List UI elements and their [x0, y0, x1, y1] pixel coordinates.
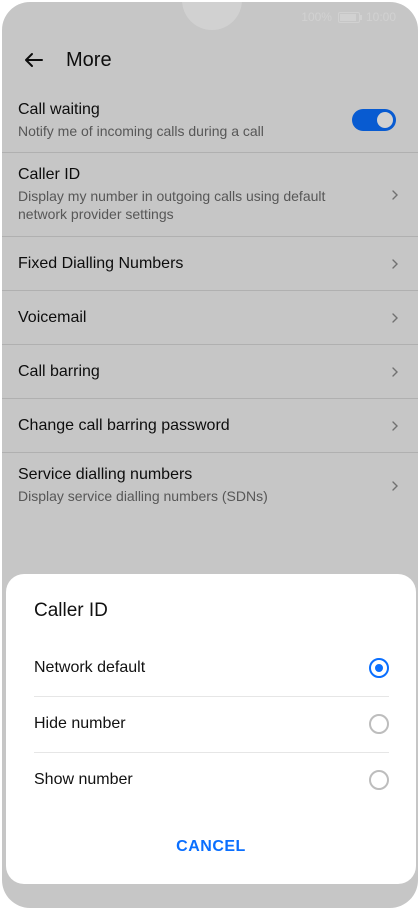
option-show-number[interactable]: Show number	[34, 752, 389, 808]
phone-screen: 100% 10:00 More Call waiting Notify me o…	[0, 0, 420, 910]
option-label: Hide number	[34, 715, 126, 732]
option-label: Network default	[34, 659, 146, 676]
radio-selected-icon[interactable]	[369, 658, 389, 678]
option-hide-number[interactable]: Hide number	[34, 696, 389, 753]
option-network-default[interactable]: Network default	[34, 640, 389, 697]
dialog-title: Caller ID	[34, 600, 108, 621]
radio-unselected-icon[interactable]	[369, 714, 389, 734]
device-frame: 100% 10:00 More Call waiting Notify me o…	[2, 2, 418, 908]
radio-unselected-icon[interactable]	[369, 770, 389, 790]
caller-id-dialog: Caller ID Network default Hide number Sh…	[6, 574, 416, 884]
option-label: Show number	[34, 771, 133, 788]
cancel-button[interactable]: CANCEL	[6, 838, 416, 856]
